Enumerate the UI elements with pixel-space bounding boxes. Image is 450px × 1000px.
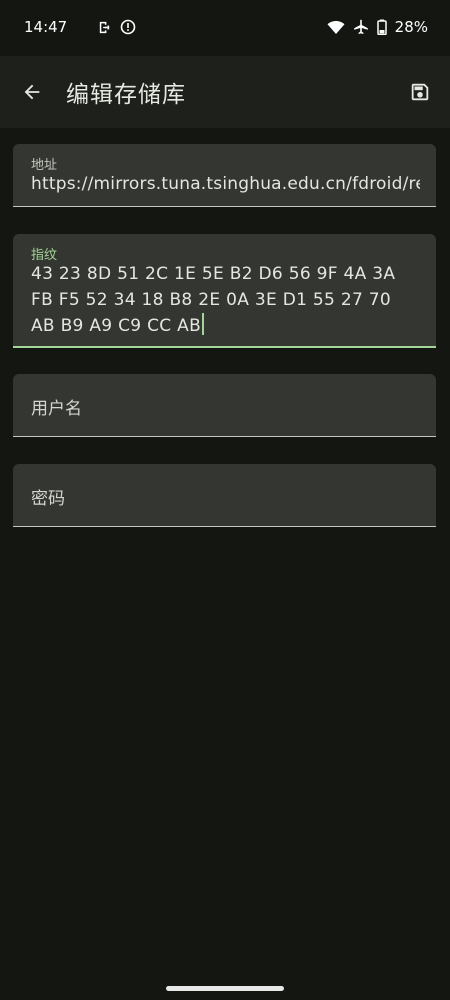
battery-percent: 28% [394,18,428,36]
status-time: 14:47 [24,18,68,36]
save-icon [409,81,431,103]
status-right: 28% [327,18,428,36]
page-title: 编辑存储库 [66,82,186,108]
arrow-back-icon [21,81,43,103]
address-label: 地址 [31,158,58,173]
airplane-icon [353,19,369,35]
status-bar: 14:47 28% [0,0,450,56]
username-placeholder: 用户名 [31,399,82,419]
fingerprint-value-wrap: 43 23 8D 51 2C 1E 5E B2 D6 56 9F 4A 3A F… [31,261,420,339]
save-button[interactable] [404,74,436,110]
username-field[interactable]: 用户名 [13,374,436,437]
gesture-nav-handle[interactable] [166,986,284,991]
screen: 14:47 28% 编辑存储库 地址 https://mirrors.tuna.… [0,0,450,1000]
password-field[interactable]: 密码 [13,464,436,527]
back-button[interactable] [14,72,50,112]
status-left: 14:47 [24,18,136,36]
app-grid-icon [75,20,89,34]
top-app-bar: 编辑存储库 [0,56,450,128]
battery-icon [376,19,387,35]
fingerprint-value: 43 23 8D 51 2C 1E 5E B2 D6 56 9F 4A 3A F… [31,264,396,336]
password-placeholder: 密码 [31,489,65,509]
wifi-icon [327,20,345,35]
address-field[interactable]: 地址 https://mirrors.tuna.tsinghua.edu.cn/… [13,144,436,207]
address-value: https://mirrors.tuna.tsinghua.edu.cn/fdr… [31,174,420,194]
alert-circle-icon [120,19,136,35]
text-cursor [202,313,205,335]
exit-icon [97,20,112,35]
fingerprint-field[interactable]: 指纹 43 23 8D 51 2C 1E 5E B2 D6 56 9F 4A 3… [13,234,436,348]
